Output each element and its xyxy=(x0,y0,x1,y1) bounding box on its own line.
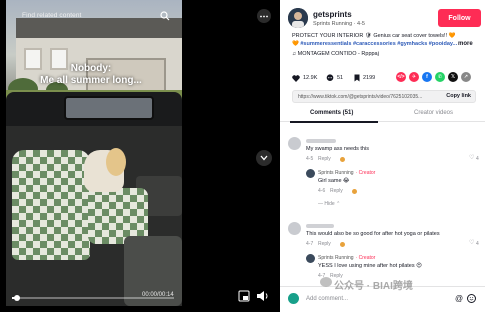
author-avatar[interactable] xyxy=(288,8,308,28)
like-stat[interactable]: 12.9K xyxy=(292,72,317,84)
author-subtitle: Sprints Running · 4-5 xyxy=(313,21,365,27)
reply-text: Girl same 😂 xyxy=(318,178,350,184)
car-sunroof xyxy=(64,96,154,120)
comment-date: 4-5 xyxy=(306,156,314,162)
whatsapp-icon[interactable]: ✆ xyxy=(435,72,445,82)
reply-author[interactable]: Sprints Running · Creator xyxy=(318,170,375,176)
find-related-content[interactable]: Find related content xyxy=(22,12,81,19)
commenter-name-redacted xyxy=(306,224,334,228)
reply-date: 4-6 xyxy=(318,188,326,194)
more-options-button[interactable] xyxy=(257,9,271,23)
hide-label: Hide xyxy=(324,201,335,207)
heart-icon xyxy=(292,74,300,82)
comment-tabs: Comments (51) Creator videos xyxy=(280,108,485,123)
creator-avatar[interactable] xyxy=(306,169,315,178)
emoji-sticker-icon xyxy=(352,189,357,194)
commenter-avatar[interactable] xyxy=(288,222,301,235)
reply-author[interactable]: Sprints Running · Creator xyxy=(318,255,375,261)
creator-badge: · Creator xyxy=(355,170,376,176)
comment-date: 4-7 xyxy=(306,241,314,247)
active-tab-indicator xyxy=(290,121,378,123)
smile-icon xyxy=(469,297,474,301)
volume-icon[interactable] xyxy=(256,290,270,302)
video-timestamp: 00:00/00:14 xyxy=(142,292,174,298)
next-video-button[interactable] xyxy=(256,150,272,166)
reply-button[interactable]: Reply xyxy=(318,241,331,247)
comment-stat[interactable]: 51 xyxy=(326,72,343,84)
comment-text: My swamp ass needs this xyxy=(306,146,369,152)
follow-button[interactable]: Follow xyxy=(438,9,481,27)
chevron-down-icon xyxy=(260,155,268,161)
hide-replies-button[interactable]: — Hide ⌃ xyxy=(318,201,340,207)
video-house xyxy=(16,18,182,98)
search-icon[interactable] xyxy=(160,11,170,21)
video-frame[interactable] xyxy=(6,0,182,306)
reply-text: YESS I love using mine after hot pilates… xyxy=(318,263,422,269)
comment-like-icon[interactable]: ♡ xyxy=(469,154,474,161)
tab-creator-videos[interactable]: Creator videos xyxy=(414,110,453,116)
watermark: 公众号 · BIAI跨境 xyxy=(334,281,413,292)
bookmark-icon xyxy=(354,74,360,82)
commenter-name-redacted xyxy=(306,139,336,143)
video-caption-line-2: Me all summer long... xyxy=(40,75,142,86)
like-count: 12.9K xyxy=(303,75,318,81)
video-description: PROTECT YOUR INTERIOR 🛡 Genius car seat … xyxy=(292,33,456,39)
friends-icon[interactable]: ✈ xyxy=(409,72,419,82)
video-progress-handle[interactable] xyxy=(13,295,20,301)
video-player[interactable]: Find related content Nobody: Me all summ… xyxy=(0,0,280,312)
video-url: https://www.tiktok.com/@getsprints/video… xyxy=(298,94,423,100)
video-caption-line-1: Nobody: xyxy=(70,63,112,74)
emoji-sticker-icon xyxy=(340,157,345,162)
wechat-logo-icon xyxy=(320,277,332,287)
reply-button[interactable]: Reply xyxy=(318,156,331,162)
music-track-link[interactable]: ♫ MONTAGEM CONTIDO - Rpppaj xyxy=(292,51,379,57)
description-more-link[interactable]: more xyxy=(458,41,473,47)
comment-icon xyxy=(326,74,334,81)
twitter-icon[interactable]: 𝕏 xyxy=(448,72,458,82)
comment-text: This would also be so good for after hot… xyxy=(306,231,440,237)
current-user-avatar xyxy=(288,293,299,304)
picture-in-picture-icon[interactable] xyxy=(238,290,250,302)
avatar-image xyxy=(288,8,308,28)
video-hashtags[interactable]: 🧡 #summeressentials #caraccessories #gym… xyxy=(292,41,457,47)
add-comment-input[interactable]: Add comment... xyxy=(304,291,454,306)
checkered-seat-cover xyxy=(12,150,90,260)
emoji-icon[interactable] xyxy=(467,294,476,303)
comment-like-icon[interactable]: ♡ xyxy=(469,239,474,246)
video-details-panel: getsprints Sprints Running · 4-5 Follow … xyxy=(280,0,485,312)
reply-button[interactable]: Reply xyxy=(330,188,343,194)
comment-like-count: 4 xyxy=(476,241,479,247)
engagement-row: 12.9K 51 2199 </> ✈ f ✆ 𝕏 ↗ xyxy=(292,72,482,84)
save-count: 2199 xyxy=(363,75,376,81)
ellipsis-icon xyxy=(260,15,268,17)
comment-count: 51 xyxy=(337,75,344,81)
reply-author-name: Sprints Running xyxy=(318,170,354,176)
save-stat[interactable]: 2199 xyxy=(354,72,375,84)
emoji-sticker-icon xyxy=(340,242,345,247)
author-username[interactable]: getsprints xyxy=(313,10,352,19)
facebook-icon[interactable]: f xyxy=(422,72,432,82)
comment-like-count: 4 xyxy=(476,156,479,162)
mention-icon[interactable]: @ xyxy=(455,294,463,303)
creator-badge: · Creator xyxy=(355,255,376,261)
embed-icon[interactable]: </> xyxy=(396,72,406,82)
video-url-box[interactable]: https://www.tiktok.com/@getsprints/video… xyxy=(292,90,476,103)
tab-comments[interactable]: Comments (51) xyxy=(310,110,353,116)
commenter-avatar[interactable] xyxy=(288,137,301,150)
copy-link-button[interactable]: Copy link xyxy=(446,93,471,99)
reply-author-name: Sprints Running xyxy=(318,255,354,261)
creator-avatar[interactable] xyxy=(306,254,315,263)
share-more-icon[interactable]: ↗ xyxy=(461,72,471,82)
